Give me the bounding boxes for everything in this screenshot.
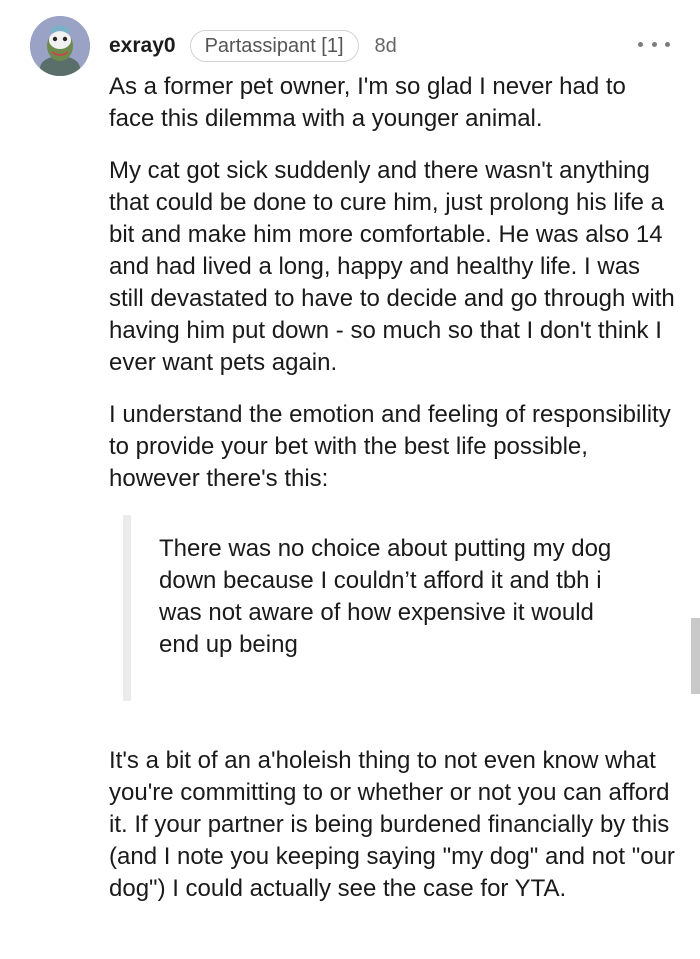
more-options-icon[interactable] [638, 32, 670, 56]
author-username[interactable]: exray0 [109, 34, 176, 58]
comment-paragraph: It's a bit of an a'holeish thing to not … [109, 747, 675, 902]
blockquote-bar [123, 515, 131, 701]
blockquote: There was no choice about putting my dog… [109, 515, 675, 703]
user-flair: Partassipant [1] [189, 30, 359, 62]
comment-body: As a former pet owner, I'm so glad I nev… [109, 71, 675, 905]
comment-age: 8d [374, 34, 397, 57]
comment-paragraph: As a former pet owner, I'm so glad I nev… [109, 73, 626, 132]
comment-paragraph: I understand the emotion and feeling of … [109, 401, 671, 492]
comment-paragraph: My cat got sick suddenly and there wasn'… [109, 157, 675, 376]
scrollbar[interactable] [691, 618, 700, 694]
comment-header: exray0 Partassipant [1] 8d [109, 28, 397, 64]
dot [638, 41, 643, 47]
dot [665, 41, 670, 47]
dot [651, 41, 657, 47]
comment: exray0 Partassipant [1] 8d As a former p… [0, 0, 700, 959]
user-avatar-icon[interactable] [30, 16, 90, 76]
quote-text: There was no choice about putting my dog… [159, 535, 612, 658]
